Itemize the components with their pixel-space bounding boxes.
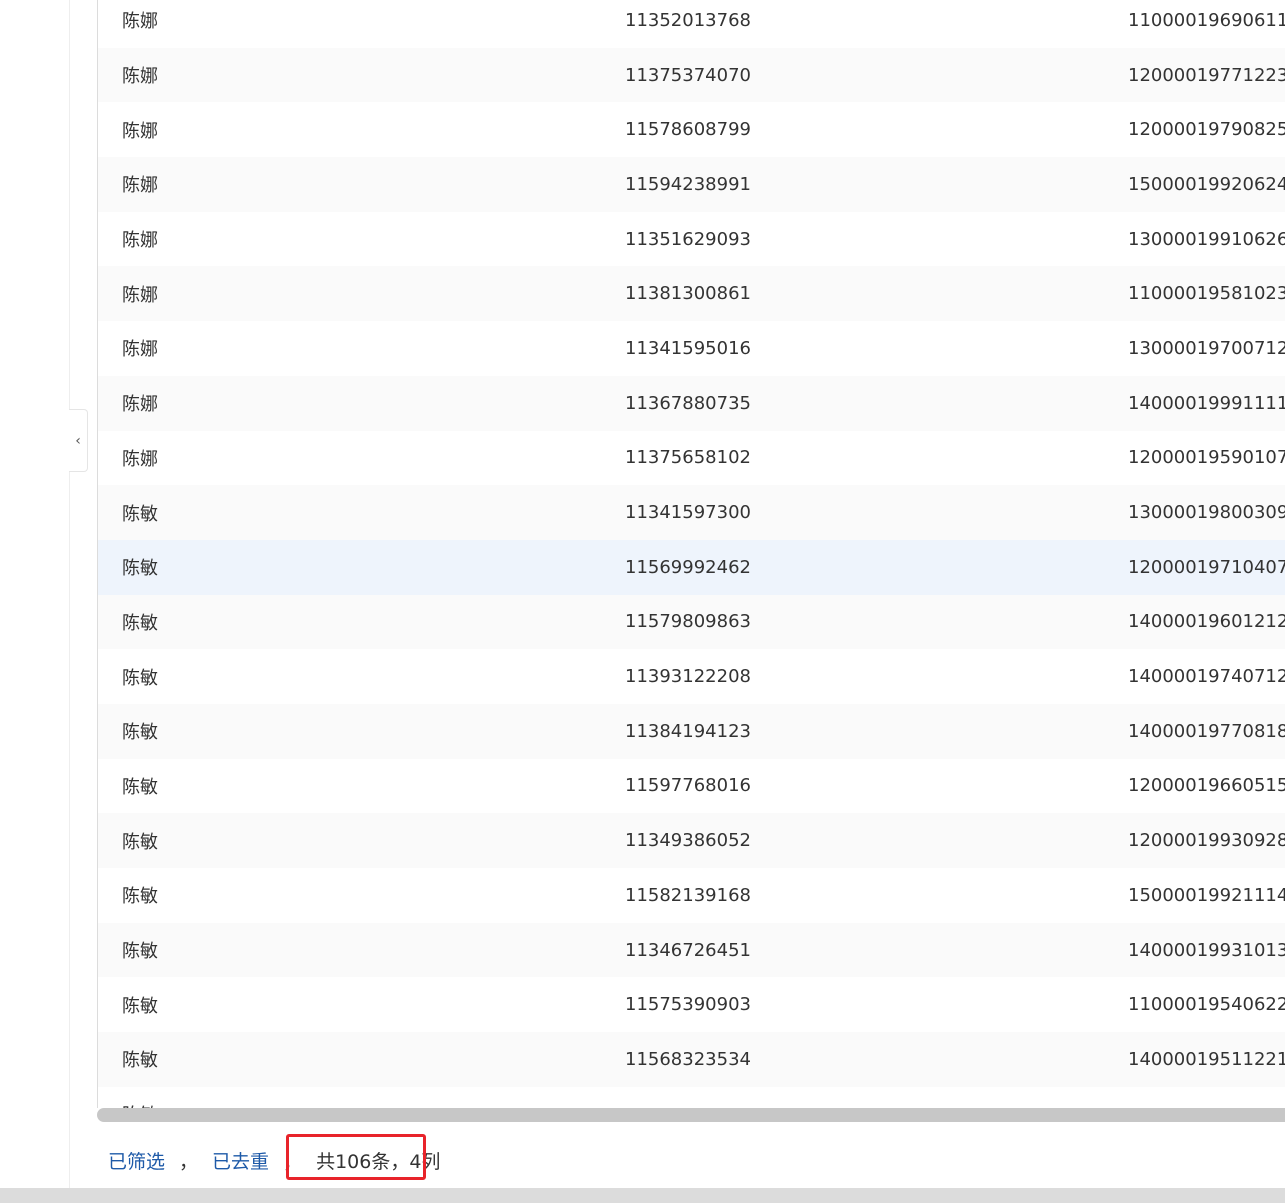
id-cell: 1300001970071251 — [1128, 337, 1285, 359]
phone-cell: 11367880735 — [625, 392, 751, 414]
id-cell: 1500001992062491 — [1128, 173, 1285, 195]
phone-cell: 11341597300 — [625, 502, 751, 524]
table-row[interactable]: 陈娜 11352013768 1100001969061111 — [98, 0, 1285, 48]
name-cell: 陈敏 — [122, 995, 158, 1017]
id-cell: 1200001971040741 — [1128, 556, 1285, 578]
name-cell: 陈娜 — [122, 339, 158, 361]
id-cell: 1400001951122151 — [1128, 1048, 1285, 1070]
phone-cell: 11381300861 — [625, 283, 751, 305]
name-cell: 陈娜 — [122, 394, 158, 416]
filtered-link[interactable]: 已筛选 — [108, 1147, 165, 1174]
phone-cell: 11579809863 — [625, 611, 751, 633]
table-row[interactable]: 陈娜 11381300861 1100001958102311 — [98, 266, 1285, 322]
phone-cell: 11384194123 — [625, 720, 751, 742]
id-cell: 1500001992111441 — [1128, 884, 1285, 906]
table-row[interactable]: 陈敏 11384194123 1400001977081851 — [98, 703, 1285, 759]
phone-cell: 11582139168 — [625, 884, 751, 906]
phone-cell: 11341595016 — [625, 337, 751, 359]
name-cell: 陈敏 — [122, 612, 158, 634]
phone-cell: 11594238991 — [625, 173, 751, 195]
table-row[interactable]: 陈敏 11393122208 1400001974071211 — [98, 649, 1285, 704]
id-cell: 1100001969061111 — [1128, 9, 1285, 31]
id-cell: 1200001966051591 — [1128, 775, 1285, 797]
phone-cell: 11568323534 — [625, 1048, 751, 1070]
id-cell: 1400001974071211 — [1128, 666, 1285, 688]
phone-cell: 11393122208 — [625, 666, 751, 688]
phone-cell: 11597768016 — [625, 775, 751, 797]
chevron-left-icon: ‹ — [75, 432, 81, 449]
name-cell: 陈敏 — [98, 1101, 601, 1108]
name-cell: 陈娜 — [122, 66, 158, 88]
table-row[interactable]: 陈娜 11367880735 1400001999111161 — [98, 375, 1285, 431]
name-cell: 陈敏 — [122, 1050, 158, 1072]
name-cell: 陈娜 — [122, 11, 158, 33]
id-cell: 1400001999111161 — [1128, 392, 1285, 414]
table-row[interactable]: 陈敏 11597768016 1200001966051591 — [98, 759, 1285, 814]
horizontal-scrollbar[interactable] — [97, 1108, 1285, 1122]
phone-cell: 11346726451 — [625, 939, 751, 961]
phone-cell: 11352013768 — [625, 9, 751, 31]
id-cell: 1200001977122301 — [1128, 64, 1285, 86]
id-cell: 1300001980030931 — [1128, 502, 1285, 524]
table-row[interactable]: 陈敏 — [98, 1087, 1285, 1108]
name-cell: 陈敏 — [122, 503, 158, 525]
name-cell: 陈娜 — [122, 175, 158, 197]
table-row[interactable]: 陈敏 11568323534 1400001951122151 — [98, 1032, 1285, 1087]
name-cell: 陈敏 — [122, 667, 158, 689]
id-cell: 1400001977081851 — [1128, 720, 1285, 742]
name-cell: 陈敏 — [122, 886, 158, 908]
table-row[interactable]: 陈敏 11346726451 1400001993101301 — [98, 922, 1285, 978]
sidebar-collapse-button[interactable]: ‹ — [69, 409, 88, 472]
table-row[interactable]: 陈敏 11579809863 1400001960121211 — [98, 594, 1285, 650]
table-row[interactable]: 陈娜 11341595016 1300001970071251 — [98, 321, 1285, 376]
phone-cell: 11349386052 — [625, 830, 751, 852]
table-row[interactable]: 陈娜 11578608799 1200001979082591 — [98, 102, 1285, 157]
name-cell: 陈娜 — [122, 448, 158, 470]
id-cell: 1100001954062241 — [1128, 994, 1285, 1016]
id-cell: 1300001991062611 — [1128, 228, 1285, 250]
name-cell: 陈娜 — [122, 120, 158, 142]
table-row[interactable]: 陈敏 11569992462 1200001971040741 — [98, 539, 1285, 595]
table-row[interactable]: 陈娜 11594238991 1500001992062491 — [98, 157, 1285, 212]
table-row[interactable]: 陈娜 11351629093 1300001991062611 — [98, 212, 1285, 267]
id-cell: 1200001979082591 — [1128, 119, 1285, 141]
name-cell: 陈敏 — [122, 776, 158, 798]
name-cell: 陈娜 — [122, 284, 158, 306]
name-cell: 陈敏 — [122, 831, 158, 853]
id-cell: 1100001958102311 — [1128, 283, 1285, 305]
id-cell: 1200001993092861 — [1128, 830, 1285, 852]
phone-cell: 11351629093 — [625, 228, 751, 250]
name-cell: 陈敏 — [122, 558, 158, 580]
footer-separator: ， — [179, 1150, 199, 1173]
name-cell: 陈敏 — [122, 722, 158, 744]
table-row[interactable]: 陈敏 11582139168 1500001992111441 — [98, 868, 1285, 923]
id-cell: 1400001993101301 — [1128, 939, 1285, 961]
id-cell: 1400001960121211 — [1128, 611, 1285, 633]
left-sidebar-strip — [0, 0, 70, 1188]
name-cell: 陈敏 — [122, 941, 158, 963]
phone-cell: 11578608799 — [625, 119, 751, 141]
table-body: 陈娜 11352013768 1100001969061111 陈娜 113753740… — [98, 0, 1285, 1108]
name-cell: 陈娜 — [122, 230, 158, 252]
data-table: 陈娜 11352013768 1100001969061111 陈娜 113753740… — [97, 0, 1285, 1108]
phone-cell: 11375374070 — [625, 64, 751, 86]
id-cell: 1200001959010731 — [1128, 447, 1285, 469]
table-row[interactable]: 陈娜 11375658102 1200001959010731 — [98, 431, 1285, 486]
phone-cell: 11575390903 — [625, 994, 751, 1016]
bottom-scrollbar-track — [0, 1188, 1285, 1203]
phone-cell: 11569992462 — [625, 556, 751, 578]
phone-cell: 11375658102 — [625, 447, 751, 469]
table-row[interactable]: 陈敏 11349386052 1200001993092861 — [98, 813, 1285, 868]
table-row[interactable]: 陈敏 11341597300 1300001980030931 — [98, 485, 1285, 540]
table-row[interactable]: 陈敏 11575390903 1100001954062241 — [98, 977, 1285, 1032]
annotation-highlight-box — [286, 1134, 426, 1180]
dedup-link[interactable]: 已去重 — [212, 1147, 269, 1174]
table-row[interactable]: 陈娜 11375374070 1200001977122301 — [98, 47, 1285, 103]
